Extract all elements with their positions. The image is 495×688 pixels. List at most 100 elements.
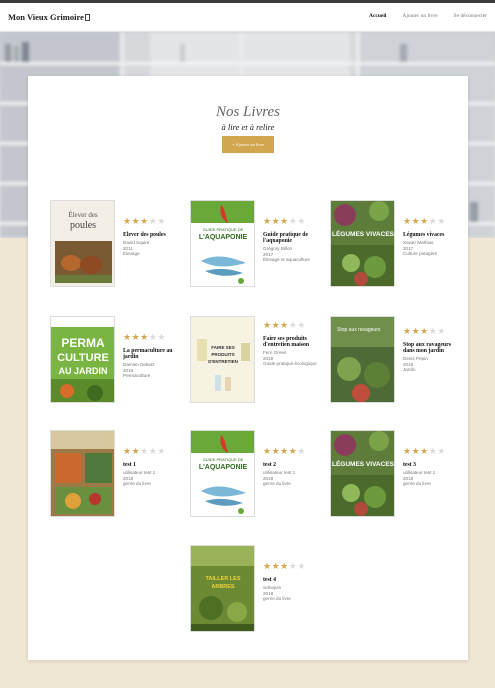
cover-title-line: ARBRES bbox=[211, 584, 235, 590]
star-icon: ★ bbox=[280, 321, 289, 331]
star-icon: ★ bbox=[437, 217, 446, 227]
book-cover-image bbox=[50, 430, 115, 517]
star-icon: ★ bbox=[123, 217, 132, 227]
nav-link-home[interactable]: Accueil bbox=[369, 13, 386, 19]
book-card[interactable]: GUIDE PRATIQUE DE L'AQUAPONIE ★ ★ ★ ★ ★ Guid… bbox=[190, 200, 320, 290]
cover-title-line: L'AQUAPONIE bbox=[199, 464, 248, 471]
star-icon: ★ bbox=[263, 562, 272, 572]
book-cover-image: LÉGUMES VIVACES bbox=[330, 200, 395, 287]
book-info: ★ ★ ★ ★ ★ test 3 utilisateur test 1 2018 gen… bbox=[403, 448, 463, 486]
book-card[interactable]: GUIDE PRATIQUE DE L'AQUAPONIE ★ ★ ★ ★ ★ test… bbox=[190, 430, 320, 520]
book-card[interactable]: FAIRE SES PRODUITS D'ENTRETIEN ★ ★ ★ ★ ★ Fai… bbox=[190, 316, 320, 406]
rating-stars: ★ ★ ★ ★ ★ bbox=[123, 218, 183, 227]
book-cover-image: Élever des poules bbox=[50, 200, 115, 287]
star-icon: ★ bbox=[297, 217, 306, 227]
book-title: test 3 bbox=[403, 462, 417, 468]
book-card[interactable]: Élever des poules ★ ★ ★ ★ ★ Elever des poule… bbox=[50, 200, 180, 290]
star-icon: ★ bbox=[280, 562, 289, 572]
rating-stars: ★ ★ ★ ★ ★ bbox=[403, 448, 463, 457]
book-title: test 2 bbox=[263, 462, 277, 468]
cover-title-line: LÉGUMES VIVACES bbox=[332, 229, 395, 238]
star-icon: ★ bbox=[140, 217, 149, 227]
book-card[interactable]: ★ ★ ★ ★ ★ test 1 utilisateur test 1 2018 gen… bbox=[50, 430, 180, 520]
star-icon: ★ bbox=[420, 217, 429, 227]
star-icon: ★ bbox=[263, 321, 272, 331]
nav-link-add-book[interactable]: Ajouter un livre bbox=[402, 13, 437, 19]
book-title: La permaculture au jardin bbox=[123, 348, 173, 361]
star-icon: ★ bbox=[280, 217, 289, 227]
book-info: ★ ★ ★ ★ ★ Elever des poules David Squire 201… bbox=[123, 218, 183, 256]
book-genre: Elevage bbox=[123, 250, 140, 256]
star-icon: ★ bbox=[157, 333, 166, 343]
star-icon: ★ bbox=[263, 217, 272, 227]
book-title: Légumes vivaces bbox=[403, 232, 445, 238]
star-icon: ★ bbox=[157, 447, 166, 457]
cover-title-line: GUIDE PRATIQUE DE bbox=[203, 457, 244, 462]
book-card[interactable]: Stop aux ravageurs ★ ★ ★ ★ ★ Stop aux ravage… bbox=[330, 316, 460, 406]
star-icon: ★ bbox=[437, 447, 446, 457]
cover-title-line: D'ENTRETIEN bbox=[208, 359, 238, 364]
rating-stars: ★ ★ ★ ★ ★ bbox=[263, 322, 323, 331]
star-icon: ★ bbox=[288, 562, 297, 572]
star-icon: ★ bbox=[428, 447, 437, 457]
book-info: ★ ★ ★ ★ ★ Légumes vivaces Xavier Mathias 201… bbox=[403, 218, 463, 256]
book-card[interactable]: TAILLER LES ARBRES ★ ★ ★ ★ ★ test 4 vidnejui… bbox=[190, 545, 320, 635]
star-icon: ★ bbox=[403, 217, 412, 227]
nav-link-logout[interactable]: Se déconnecter bbox=[454, 13, 487, 19]
book-info: ★ ★ ★ ★ ★ test 4 vidnejuin 2018 genre du liv… bbox=[263, 563, 323, 601]
book-cover-image: LÉGUMES VIVACES bbox=[330, 430, 395, 517]
book-cover-image: GUIDE PRATIQUE DE L'AQUAPONIE bbox=[190, 200, 255, 287]
star-icon: ★ bbox=[271, 447, 280, 457]
book-icon bbox=[84, 14, 90, 21]
rating-stars: ★ ★ ★ ★ ★ bbox=[263, 563, 323, 572]
cover-title-line: TAILLER LES bbox=[205, 576, 240, 582]
star-icon: ★ bbox=[437, 327, 446, 337]
cover-title-line: Stop aux ravageurs bbox=[337, 327, 381, 333]
brand-logo[interactable]: Mon Vieux Grimoire bbox=[8, 12, 90, 22]
book-genre: genre du livre bbox=[263, 480, 291, 486]
book-card[interactable]: LÉGUMES VIVACES ★ ★ ★ ★ ★ test 3 utilisateur… bbox=[330, 430, 460, 520]
star-icon: ★ bbox=[403, 327, 412, 337]
star-icon: ★ bbox=[288, 217, 297, 227]
cover-title-line: PERMA bbox=[61, 336, 105, 350]
cover-title-line: LÉGUMES VIVACES bbox=[332, 459, 395, 468]
book-title: test 4 bbox=[263, 577, 277, 583]
books-card: Nos Livres à lire et à relire + Ajouter … bbox=[28, 76, 468, 660]
book-cover-image: GUIDE PRATIQUE DE L'AQUAPONIE bbox=[190, 430, 255, 517]
star-icon: ★ bbox=[411, 217, 420, 227]
star-icon: ★ bbox=[411, 327, 420, 337]
cover-title-line: poules bbox=[70, 220, 96, 231]
add-book-button[interactable]: + Ajouter un livre bbox=[222, 136, 274, 153]
cover-title-line: AU JARDIN bbox=[58, 366, 107, 376]
book-card[interactable]: LÉGUMES VIVACES ★ ★ ★ ★ ★ Légumes vivaces Xa… bbox=[330, 200, 460, 290]
book-genre: genre du livre bbox=[403, 480, 431, 486]
star-icon: ★ bbox=[280, 447, 289, 457]
cover-title-line: Élever des bbox=[68, 211, 98, 219]
star-icon: ★ bbox=[131, 447, 140, 457]
book-genre: Guide pratique écologique bbox=[263, 361, 317, 366]
navbar: Mon Vieux Grimoire Accueil Ajouter un li… bbox=[0, 3, 495, 32]
star-icon: ★ bbox=[297, 321, 306, 331]
rating-stars: ★ ★ ★ ★ ★ bbox=[123, 334, 183, 343]
book-card[interactable]: PERMA CULTURE AU JARDIN ★ ★ ★ ★ ★ La permacu… bbox=[50, 316, 180, 406]
book-genre: Culture potagère bbox=[403, 250, 438, 256]
book-title: Stop aux ravageurs dans mon jardin bbox=[403, 342, 451, 355]
cover-title-line: GUIDE PRATIQUE DE bbox=[203, 227, 244, 232]
star-icon: ★ bbox=[288, 447, 297, 457]
book-cover-image: PERMA CULTURE AU JARDIN bbox=[50, 316, 115, 403]
star-icon: ★ bbox=[420, 327, 429, 337]
book-genre: Élevage et aquaculture bbox=[263, 257, 310, 262]
star-icon: ★ bbox=[157, 217, 166, 227]
book-genre: genre du livre bbox=[123, 480, 151, 486]
rating-stars: ★ ★ ★ ★ ★ bbox=[403, 218, 463, 227]
page-title: Nos Livres bbox=[215, 104, 281, 120]
book-info: ★ ★ ★ ★ ★ La permaculture au jardin Damien D… bbox=[123, 334, 183, 379]
book-title: Faire ses produits d'entretien maison bbox=[263, 336, 310, 349]
star-icon: ★ bbox=[297, 562, 306, 572]
book-info: ★ ★ ★ ★ ★ test 2 utilisateur test 1 2018 gen… bbox=[263, 448, 323, 486]
book-info: ★ ★ ★ ★ ★ Guide pratique de l'aquaponie Grég… bbox=[263, 217, 323, 263]
book-info: ★ ★ ★ ★ ★ Faire ses produits d'entretien mai… bbox=[263, 322, 323, 367]
book-genre: Permaculture bbox=[123, 373, 151, 378]
cover-title-line: L'AQUAPONIE bbox=[199, 234, 248, 241]
star-icon: ★ bbox=[420, 447, 429, 457]
